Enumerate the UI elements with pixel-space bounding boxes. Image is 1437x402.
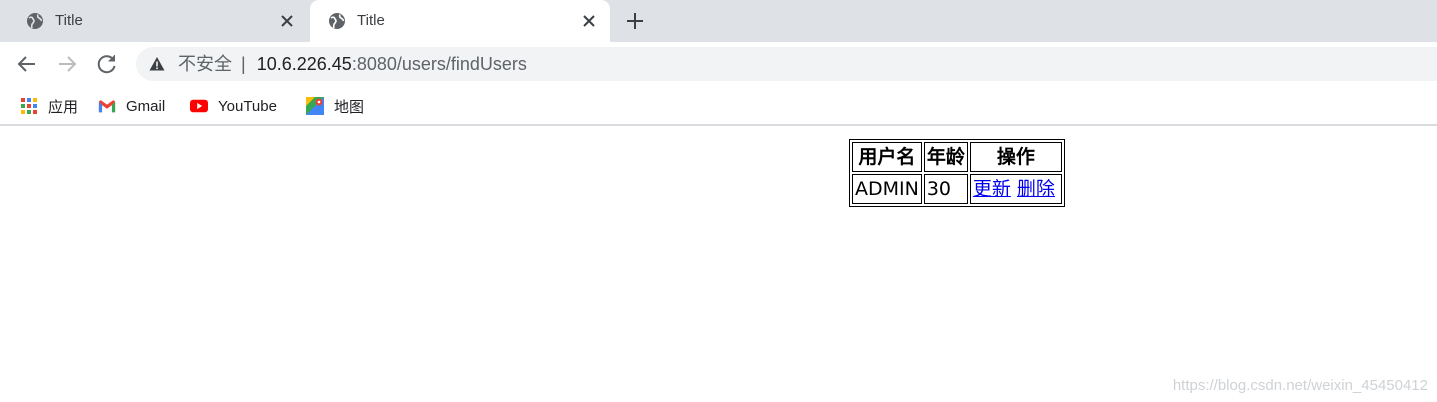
bookmark-label: Gmail [126,97,166,115]
cell-actions: 更新 删除 [969,174,1062,204]
header-actions: 操作 [969,142,1062,172]
header-username: 用户名 [852,142,922,172]
bookmark-label: 地图 [334,98,365,116]
url-host: 10.6.226.45 [256,54,352,74]
warning-triangle-icon [149,57,165,71]
cell-age: 30 [923,174,968,204]
close-icon[interactable] [580,12,598,30]
bookmark-maps[interactable]: 地图 [306,95,364,117]
update-link[interactable]: 更新 [973,178,1011,200]
tab-active[interactable]: Title [310,0,610,42]
gmail-icon [98,100,116,113]
tab-title: Title [55,12,83,29]
page-content: 用户名 年龄 操作 ADMIN 30 更新 删除 https://blog.cs… [0,128,1437,402]
close-icon[interactable] [278,12,296,30]
back-arrow-icon[interactable] [15,52,39,76]
forward-arrow-icon[interactable] [55,52,79,76]
address-bar[interactable]: 不安全 | 10.6.226.45:8080/users/findUsers [136,47,1437,81]
cell-username: ADMIN [852,174,922,204]
table-row: ADMIN 30 更新 删除 [852,174,1062,204]
new-tab-icon[interactable] [624,10,646,32]
bookmarks-bar: 应用 Gmail YouTube 地图 [0,86,1437,126]
url-display[interactable]: 不安全 | 10.6.226.45:8080/users/findUsers [178,54,527,74]
url-path: :8080/users/findUsers [351,54,527,74]
tab-strip: Title Title [0,0,1437,42]
browser-toolbar: 不安全 | 10.6.226.45:8080/users/findUsers [0,42,1437,86]
tab-inactive[interactable]: Title [8,0,308,42]
apps-grid-icon [21,98,37,114]
bookmark-gmail[interactable]: Gmail [98,95,165,117]
tab-title: Title [357,12,385,29]
bookmark-youtube[interactable]: YouTube [190,95,277,117]
bookmark-apps[interactable]: 应用 [20,95,78,117]
delete-link[interactable]: 删除 [1017,178,1055,200]
table-header-row: 用户名 年龄 操作 [852,142,1062,172]
reload-icon[interactable] [95,52,119,76]
users-table: 用户名 年龄 操作 ADMIN 30 更新 删除 [849,139,1065,207]
security-label: 不安全 [178,54,232,74]
bookmark-label: YouTube [218,97,277,115]
maps-icon [306,97,324,115]
globe-icon [329,13,345,29]
url-separator: | [241,54,246,74]
youtube-icon [190,99,208,113]
globe-icon [27,13,43,29]
header-age: 年龄 [923,142,968,172]
bookmark-label: 应用 [48,98,79,116]
watermark: https://blog.csdn.net/weixin_45450412 [1172,377,1428,394]
